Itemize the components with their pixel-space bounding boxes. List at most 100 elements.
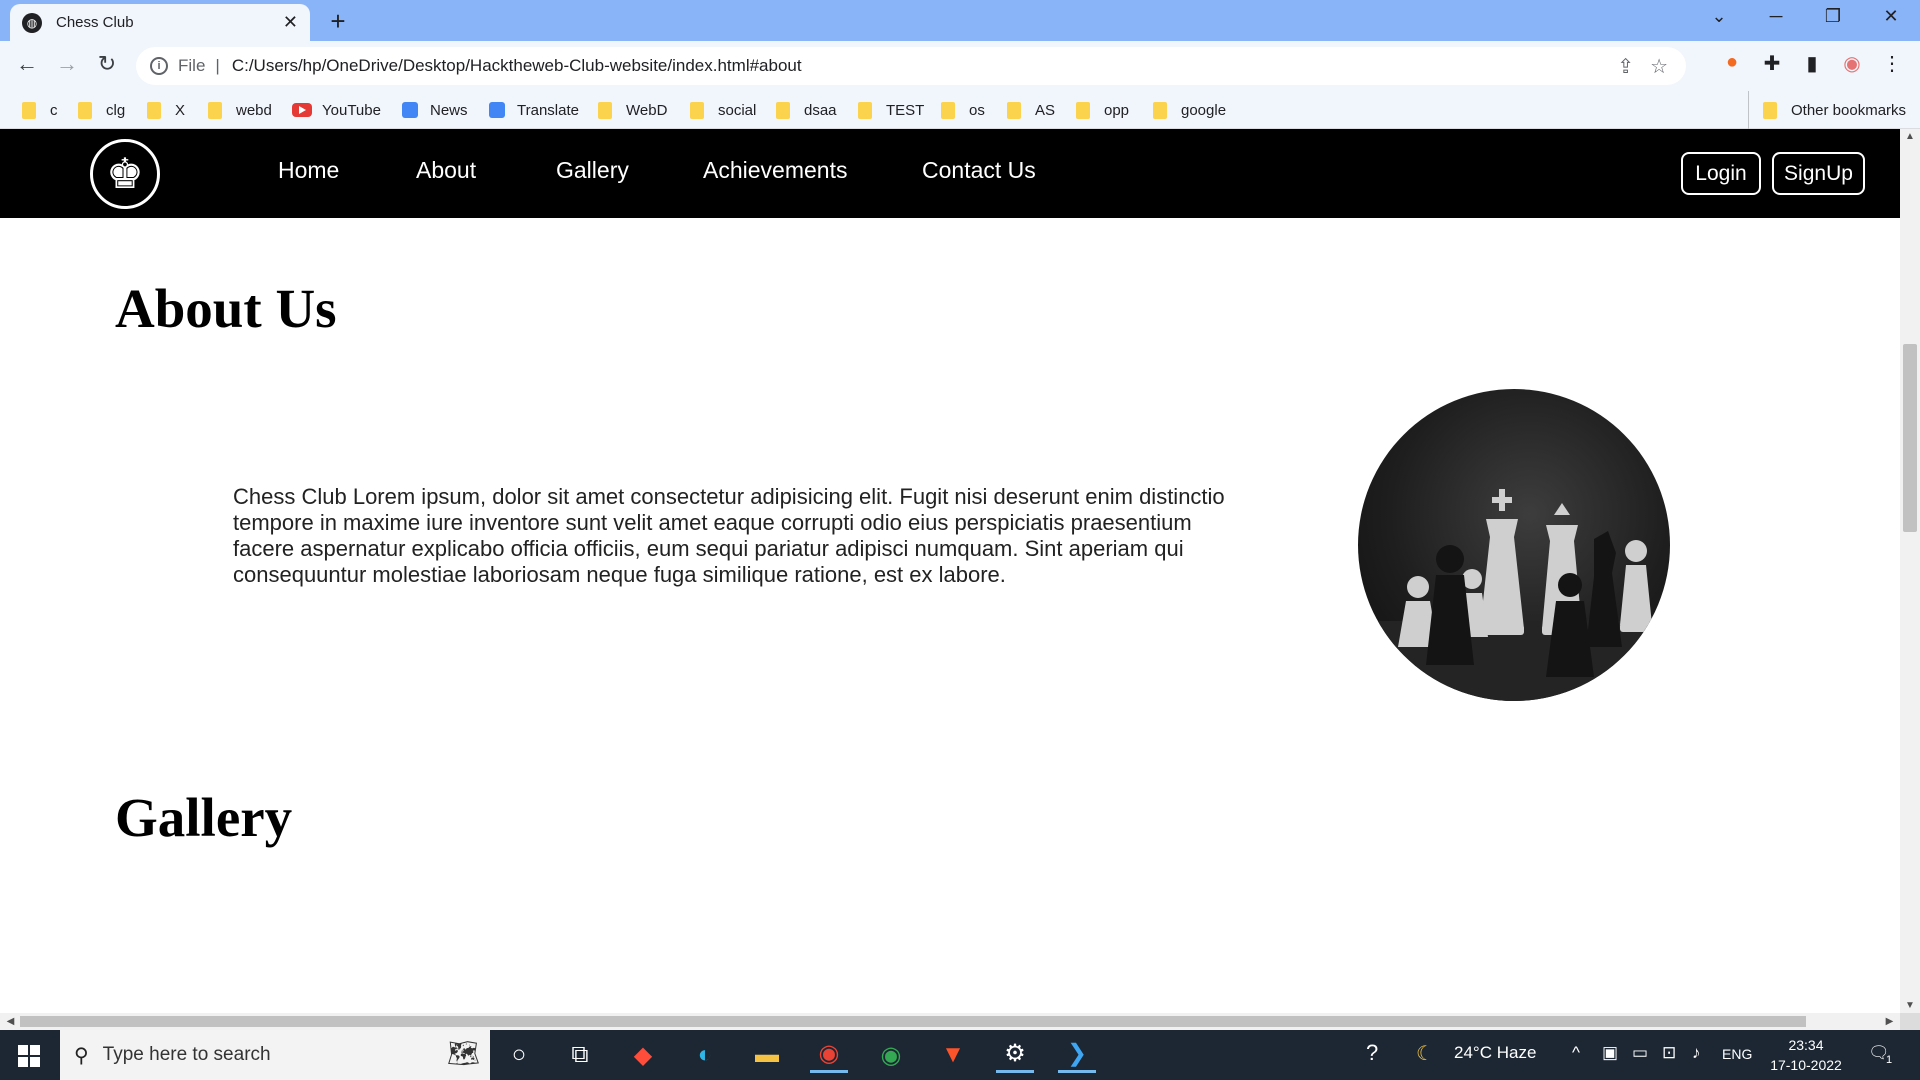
notification-count: 1 (1886, 1054, 1893, 1066)
new-tab-button[interactable]: + (324, 6, 352, 37)
bookmark-item[interactable]: opp (1076, 91, 1129, 129)
settings-gear-icon[interactable]: ⚙ (996, 1037, 1034, 1073)
back-arrow-icon[interactable]: ← (12, 51, 42, 77)
clock-time: 23:34 (1788, 1037, 1824, 1053)
tab-search-icon[interactable]: ⌄ (1704, 6, 1734, 27)
forward-arrow-icon[interactable]: → (52, 51, 82, 77)
volume-icon[interactable]: ♪ (1692, 1043, 1701, 1063)
folder-icon (78, 101, 92, 119)
cortana-icon[interactable]: ○ (500, 1037, 538, 1073)
weather-text[interactable]: 24°C Haze (1454, 1043, 1536, 1063)
extension-icon[interactable]: ● (1717, 51, 1747, 74)
scroll-down-arrow-icon[interactable]: ▼ (1900, 1000, 1920, 1011)
vertical-scroll-thumb[interactable] (1903, 344, 1917, 532)
tray-chevron-icon[interactable]: ^ (1572, 1043, 1580, 1063)
horizontal-scrollbar[interactable]: ◀ ▶ (0, 1013, 1900, 1030)
scroll-up-arrow-icon[interactable]: ▲ (1900, 131, 1920, 142)
browser-toolbar: ← → ↻ i File | C:/Users/hp/OneDrive/Desk… (0, 41, 1920, 91)
restore-icon[interactable]: ❐ (1818, 6, 1848, 27)
nav-link-gallery[interactable]: Gallery (556, 157, 629, 184)
chrome-icon[interactable]: ◉ (872, 1037, 910, 1073)
folder-icon (941, 101, 955, 119)
language-indicator[interactable]: ENG (1722, 1046, 1752, 1062)
login-button[interactable]: Login (1681, 152, 1761, 195)
close-window-icon[interactable]: ✕ (1876, 6, 1906, 27)
folder-icon (1763, 101, 1777, 119)
other-bookmarks[interactable]: Other bookmarks (1748, 91, 1906, 129)
address-bar[interactable]: i File | C:/Users/hp/OneDrive/Desktop/Ha… (136, 47, 1686, 85)
bookmark-item[interactable]: WebD (598, 91, 667, 129)
side-panel-icon[interactable]: ▮ (1797, 51, 1827, 76)
folder-icon (598, 101, 612, 119)
browser-tab[interactable]: ◍ Chess Club ✕ (10, 4, 310, 41)
taskbar-search-box[interactable]: ⚲ Type here to search 🗺 (60, 1030, 490, 1080)
bookmark-item[interactable]: c (22, 91, 58, 129)
folder-icon (1076, 101, 1090, 119)
file-explorer-icon[interactable]: ▬ (748, 1037, 786, 1073)
nav-link-about[interactable]: About (416, 157, 476, 184)
battery-icon[interactable]: ▭ (1632, 1043, 1648, 1063)
tab-close-icon[interactable]: ✕ (283, 12, 298, 33)
folder-icon (858, 101, 872, 119)
browser-tabstrip: ◍ Chess Club ✕ + ⌄ ─ ❐ ✕ (0, 0, 1920, 41)
task-view-icon[interactable]: ⧉ (561, 1037, 599, 1073)
bookmark-item[interactable]: google (1153, 91, 1226, 129)
vertical-scrollbar[interactable]: ▲ ▼ (1900, 129, 1920, 1013)
bookmark-item[interactable]: AS (1007, 91, 1055, 129)
bookmark-item[interactable]: webd (208, 91, 272, 129)
horizontal-scroll-thumb[interactable] (20, 1016, 1806, 1027)
anydesk-icon[interactable]: ◆ (624, 1037, 662, 1073)
bookmark-item[interactable]: social (690, 91, 756, 129)
url-text[interactable]: C:/Users/hp/OneDrive/Desktop/Hacktheweb-… (232, 56, 802, 76)
tab-title: Chess Club (56, 14, 134, 31)
nav-link-achievements[interactable]: Achievements (703, 157, 847, 184)
info-icon[interactable]: i (150, 57, 168, 75)
scroll-left-arrow-icon[interactable]: ◀ (2, 1013, 19, 1030)
about-heading: About Us (115, 278, 337, 339)
chrome-profile-icon[interactable]: ◉ (810, 1037, 848, 1073)
nav-link-contact[interactable]: Contact Us (922, 157, 1036, 184)
brave-icon[interactable]: ▼ (934, 1037, 972, 1073)
puzzle-icon[interactable]: ✚ (1757, 51, 1787, 76)
help-icon[interactable]: ? (1366, 1040, 1378, 1066)
globe-icon: ◍ (22, 12, 42, 33)
menu-icon[interactable]: ⋮ (1877, 51, 1907, 76)
chess-pieces-image (1358, 389, 1670, 701)
edge-icon[interactable]: ◐ (686, 1037, 724, 1073)
news-icon (402, 102, 418, 118)
avatar[interactable]: ◉ (1837, 51, 1867, 76)
folder-icon (147, 101, 161, 119)
url-separator: | (215, 56, 220, 75)
bookmark-item[interactable]: News (402, 91, 468, 129)
bookmarks-bar: c clg X webd YouTube News Translate WebD… (0, 91, 1920, 129)
folder-icon (690, 101, 704, 119)
folder-icon (22, 101, 36, 119)
folder-icon (776, 101, 790, 119)
folder-icon (208, 101, 222, 119)
bookmark-star-icon[interactable]: ☆ (1650, 54, 1668, 79)
meet-icon[interactable]: ▣ (1602, 1043, 1618, 1063)
search-icon: ⚲ (74, 1044, 89, 1067)
signup-button[interactable]: SignUp (1772, 152, 1865, 195)
vscode-icon[interactable]: ❯ (1058, 1037, 1096, 1073)
search-highlight-icon: 🗺 (446, 1038, 480, 1068)
bookmark-item[interactable]: YouTube (292, 91, 381, 129)
system-clock[interactable]: 23:34 17-10-2022 (1762, 1035, 1850, 1075)
bookmark-item[interactable]: X (147, 91, 185, 129)
nav-link-home[interactable]: Home (278, 157, 339, 184)
scroll-right-arrow-icon[interactable]: ▶ (1881, 1013, 1898, 1030)
bookmark-item[interactable]: Translate (489, 91, 579, 129)
reload-icon[interactable]: ↻ (92, 51, 122, 77)
bookmark-item[interactable]: dsaa (776, 91, 837, 129)
windows-start-icon[interactable] (18, 1045, 40, 1067)
chess-king-logo-icon[interactable]: ♚ (90, 139, 160, 209)
network-icon[interactable]: ⊡ (1662, 1043, 1676, 1063)
url-scheme-label: File (178, 56, 206, 75)
scrollbar-corner (1900, 1013, 1920, 1030)
weather-moon-icon: ☾ (1416, 1043, 1434, 1065)
bookmark-item[interactable]: clg (78, 91, 125, 129)
bookmark-item[interactable]: os (941, 91, 985, 129)
bookmark-item[interactable]: TEST (858, 91, 924, 129)
minimize-icon[interactable]: ─ (1761, 6, 1791, 27)
share-icon[interactable]: ⇪ (1617, 54, 1634, 79)
